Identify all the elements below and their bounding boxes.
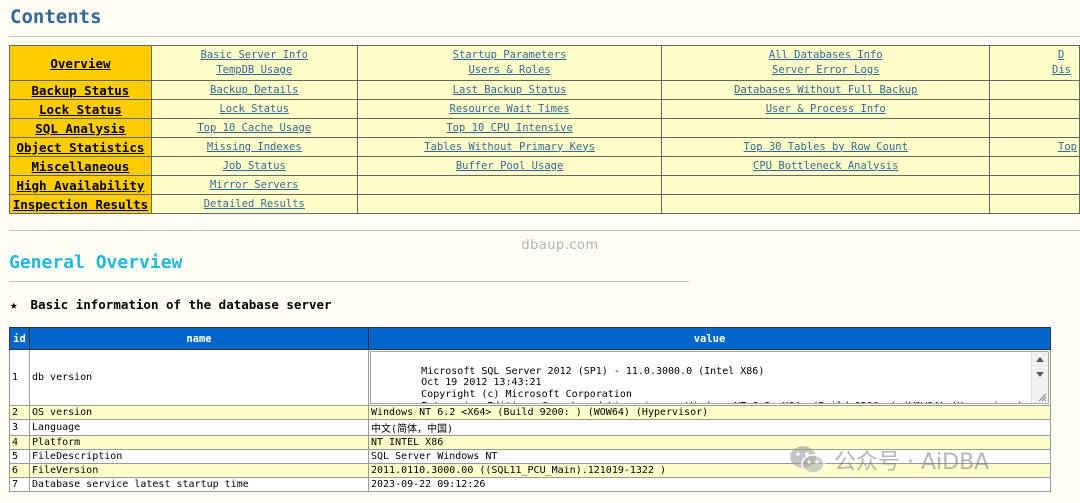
link-truncated-d[interactable]: D — [1058, 48, 1078, 63]
section-link-object-statistics[interactable]: Object Statistics — [16, 140, 144, 155]
link-tables-without-pk[interactable]: Tables Without Primary Keys — [358, 140, 661, 155]
toc-row-overview: Overview Basic Server Info TempDB Usage S… — [9, 45, 1080, 81]
link-databases-without-full-backup[interactable]: Databases Without Full Backup — [663, 83, 989, 98]
section-link-overview[interactable]: Overview — [50, 56, 110, 71]
toc-row-misc: Miscellaneous Job Status Buffer Pool Usa… — [9, 156, 1080, 176]
link-detailed-results[interactable]: Detailed Results — [152, 197, 356, 212]
col-header-id: id — [9, 327, 30, 350]
section-link-inspection-results[interactable]: Inspection Results — [13, 197, 148, 212]
link-last-backup-status[interactable]: Last Backup Status — [358, 83, 661, 98]
row-id: 4 — [9, 435, 30, 450]
link-all-databases-info[interactable]: All Databases Info — [663, 48, 989, 63]
divider — [9, 281, 689, 282]
link-missing-indexes[interactable]: Missing Indexes — [152, 140, 356, 155]
table-row: 7 Database service latest startup time 2… — [9, 477, 1051, 492]
link-truncated-dis[interactable]: Dis — [1052, 63, 1078, 78]
row-name: db version — [29, 349, 369, 406]
section-link-sql-analysis[interactable]: SQL Analysis — [35, 121, 125, 136]
toc-row-object: Object Statistics Missing Indexes Tables… — [9, 137, 1080, 157]
row-value: Windows NT 6.2 <X64> (Build 9200: ) (WOW… — [368, 405, 1051, 420]
link-mirror-servers[interactable]: Mirror Servers — [152, 178, 356, 193]
link-buffer-pool-usage[interactable]: Buffer Pool Usage — [358, 159, 661, 174]
col-header-value: value — [368, 327, 1051, 350]
link-backup-details[interactable]: Backup Details — [152, 83, 356, 98]
link-resource-wait-times[interactable]: Resource Wait Times — [358, 102, 661, 117]
table-row: 2 OS version Windows NT 6.2 <X64> (Build… — [9, 405, 1051, 420]
link-lock-status[interactable]: Lock Status — [152, 102, 356, 117]
row-name: OS version — [29, 405, 369, 420]
link-cpu-bottleneck[interactable]: CPU Bottleneck Analysis — [663, 159, 989, 174]
toc-row-sql: SQL Analysis Top 10 Cache Usage Top 10 C… — [9, 118, 1080, 138]
section-link-lock-status[interactable]: Lock Status — [39, 102, 122, 117]
link-user-process-info[interactable]: User & Process Info — [663, 102, 989, 117]
watermark-wechat: 公众号 · AiDBA — [788, 444, 989, 476]
divider — [9, 36, 1080, 37]
row-name: FileVersion — [29, 463, 369, 478]
general-overview-title: General Overview — [9, 252, 183, 273]
wechat-logo-icon — [790, 446, 825, 474]
section-link-backup-status[interactable]: Backup Status — [32, 83, 130, 98]
link-tempdb-usage[interactable]: TempDB Usage — [152, 63, 356, 78]
row-id: 1 — [9, 349, 30, 406]
link-users-roles[interactable]: Users & Roles — [358, 63, 661, 78]
link-startup-parameters[interactable]: Startup Parameters — [358, 48, 661, 63]
table-header-row: id name value — [9, 327, 1051, 350]
toc-row-ha: High Availability Mirror Servers — [9, 175, 1080, 195]
link-top10-cache-usage[interactable]: Top 10 Cache Usage — [152, 121, 356, 136]
watermark-dbaup: dbaup.com — [521, 238, 599, 253]
db-version-textarea[interactable]: Microsoft SQL Server 2012 (SP1) - 11.0.3… — [370, 351, 1049, 404]
row-id: 2 — [9, 405, 30, 420]
row-value: 2023-09-22 09:12:26 — [368, 477, 1051, 492]
link-job-status[interactable]: Job Status — [152, 159, 356, 174]
star-icon: ★ — [10, 297, 18, 312]
divider — [9, 230, 1080, 231]
row-id: 5 — [9, 449, 30, 464]
resize-grip-icon[interactable] — [1038, 393, 1046, 401]
contents-title: Contents — [10, 6, 102, 28]
row-value: 中文(简体，中国) — [368, 419, 1051, 436]
row-id: 6 — [9, 463, 30, 478]
section-link-high-availability[interactable]: High Availability — [16, 178, 144, 193]
row-name: FileDescription — [29, 449, 369, 464]
link-basic-server-info[interactable]: Basic Server Info — [152, 48, 356, 63]
link-top30-tables-rowcount[interactable]: Top 30 Tables by Row Count — [663, 140, 989, 155]
row-value: Microsoft SQL Server 2012 (SP1) - 11.0.3… — [368, 349, 1051, 406]
section-link-miscellaneous[interactable]: Miscellaneous — [32, 159, 130, 174]
scroll-down-arrow-icon[interactable] — [1036, 372, 1044, 377]
col-header-name: name — [29, 327, 369, 350]
watermark-text: 公众号 · AiDBA — [834, 450, 990, 475]
row-name: Database service latest startup time — [29, 477, 369, 492]
toc-row-inspection: Inspection Results Detailed Results — [9, 194, 1080, 214]
table-row: 3 Language 中文(简体，中国) — [9, 419, 1051, 436]
toc-row-lock: Lock Status Lock Status Resource Wait Ti… — [9, 99, 1080, 119]
subtitle-text: Basic information of the database server — [30, 297, 332, 312]
table-row: 1 db version Microsoft SQL Server 2012 (… — [9, 349, 1051, 406]
row-name: Language — [29, 419, 369, 436]
toc-row-backup: Backup Status Backup Details Last Backup… — [9, 80, 1080, 100]
toc-section-overview: Overview — [9, 45, 152, 81]
link-top10-cpu-intensive[interactable]: Top 10 CPU Intensive — [358, 121, 661, 136]
link-truncated-top[interactable]: Top — [1058, 140, 1078, 155]
section-subtitle: ★ Basic information of the database serv… — [10, 297, 332, 312]
scroll-up-arrow-icon[interactable] — [1036, 357, 1044, 362]
link-server-error-logs[interactable]: Server Error Logs — [663, 63, 989, 78]
row-id: 7 — [9, 477, 30, 492]
row-name: Platform — [29, 435, 369, 450]
contents-table: Overview Basic Server Info TempDB Usage S… — [9, 45, 1080, 214]
row-id: 3 — [9, 419, 30, 436]
db-version-text: Microsoft SQL Server 2012 (SP1) - 11.0.3… — [421, 365, 1023, 403]
